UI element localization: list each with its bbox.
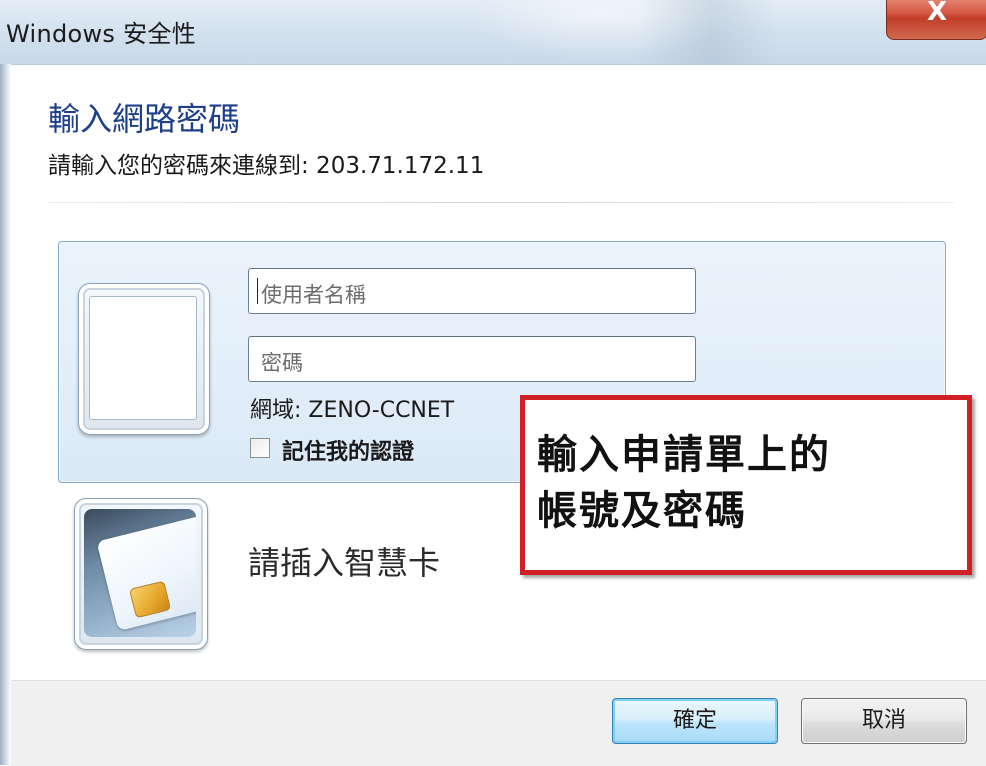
cancel-button[interactable]: 取消 bbox=[801, 698, 967, 744]
username-placeholder: 使用者名稱 bbox=[261, 283, 366, 307]
title-bar: Windows 安全性 X bbox=[0, 0, 986, 65]
annotation-line-1: 輸入申請單上的 bbox=[537, 431, 831, 478]
user-avatar-placeholder bbox=[89, 296, 197, 420]
dialog-subheading: 請輸入您的密碼來連線到: 203.71.172.11 bbox=[48, 153, 485, 179]
ok-button[interactable]: 確定 bbox=[612, 698, 778, 744]
smartcard-card-shape bbox=[96, 515, 196, 631]
title-bar-glare-2 bbox=[640, 0, 780, 64]
window-title: Windows 安全性 bbox=[6, 20, 197, 48]
password-placeholder: 密碼 bbox=[261, 351, 303, 375]
username-input[interactable]: 使用者名稱 bbox=[248, 268, 696, 314]
smartcard-icon[interactable] bbox=[74, 498, 208, 650]
smartcard-label[interactable]: 請插入智慧卡 bbox=[248, 538, 440, 584]
remember-checkbox[interactable] bbox=[250, 438, 270, 458]
window-left-edge bbox=[0, 64, 11, 765]
remember-checkbox-label[interactable]: 記住我的認證 bbox=[282, 434, 414, 466]
text-caret bbox=[257, 278, 258, 304]
user-avatar-icon bbox=[78, 283, 210, 435]
annotation-callout: 輸入申請單上的 帳號及密碼 bbox=[520, 395, 972, 575]
divider bbox=[48, 202, 954, 203]
domain-label: 網域: ZENO-CCNET bbox=[250, 398, 455, 423]
close-button[interactable]: X bbox=[886, 0, 986, 40]
close-icon: X bbox=[926, 0, 948, 27]
smartcard-icon-background bbox=[84, 509, 196, 637]
password-input[interactable]: 密碼 bbox=[248, 336, 696, 382]
smartcard-chip-icon bbox=[128, 580, 172, 619]
annotation-line-2: 帳號及密碼 bbox=[537, 487, 747, 534]
dialog-heading: 輸入網路密碼 bbox=[48, 100, 241, 138]
